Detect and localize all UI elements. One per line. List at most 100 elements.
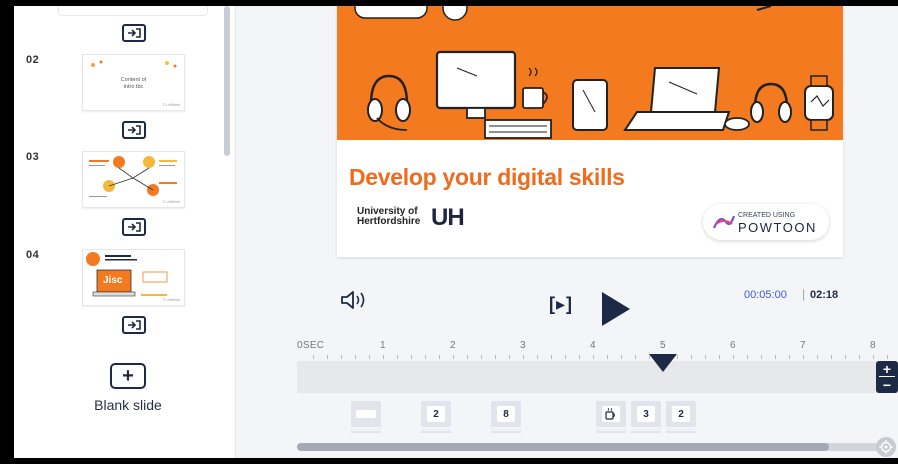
ruler-tick <box>397 355 398 359</box>
zoom-out-button[interactable]: − <box>876 377 898 393</box>
playhead[interactable] <box>649 354 677 372</box>
previous-slide-thumbnail-edge[interactable] <box>58 6 208 16</box>
ruler-tick <box>551 355 552 359</box>
powtoon-badge: CREATED USING POWTOON <box>703 204 829 240</box>
time-separator: | <box>802 287 806 301</box>
thumbnail-watermark: © UofHerts <box>162 298 180 302</box>
ruler-label: 0SEC <box>297 340 325 351</box>
transition-enter-icon <box>128 28 141 38</box>
ruler-label: 3 <box>520 340 526 351</box>
zoom-in-button[interactable]: + <box>876 361 898 377</box>
transition-button[interactable] <box>122 316 146 334</box>
timeline-object[interactable]: 2 <box>421 401 451 433</box>
ruler-tick <box>411 355 412 359</box>
timeline-object[interactable] <box>351 401 381 433</box>
timeline-object-label: 2 <box>427 406 445 422</box>
ruler-tick <box>873 355 874 359</box>
plus-square-icon: + <box>122 365 134 387</box>
ruler-label: 5 <box>660 340 666 351</box>
thumbnail-watermark: © UofHerts <box>162 200 180 204</box>
timeline-object[interactable]: 8 <box>491 401 521 433</box>
ruler-tick <box>691 355 692 359</box>
coffee-cup-icon <box>602 406 620 422</box>
ruler-label: 4 <box>590 340 596 351</box>
crosshair-icon <box>879 440 893 454</box>
university-line2: Hertfordshire <box>357 216 421 227</box>
slide-thumbnail-04[interactable]: Jisc © UofHerts <box>82 249 185 306</box>
ruler-tick <box>383 355 384 359</box>
timeline-ruler[interactable]: 0SEC 1 2 3 4 5 6 7 8 <box>297 336 898 361</box>
volume-button[interactable] <box>340 290 370 315</box>
timeline-object-label: 2 <box>672 406 690 422</box>
ruler-label: 2 <box>450 340 456 351</box>
slide-thumbnail-03[interactable]: © UofHerts <box>82 151 185 208</box>
ruler-tick <box>607 355 608 359</box>
ruler-label: 1 <box>380 340 386 351</box>
timeline-scrollbar[interactable] <box>297 443 887 451</box>
ruler-tick <box>817 355 818 359</box>
transition-enter-icon <box>128 125 141 135</box>
ruler-tick <box>565 355 566 359</box>
thumbnail-watermark: © UofHerts <box>162 103 180 107</box>
ruler-tick <box>859 355 860 359</box>
powtoon-big-text: POWTOON <box>738 220 817 235</box>
preview-from-here-button[interactable]: [▸] <box>549 294 573 315</box>
ruler-tick <box>579 355 580 359</box>
ruler-tick <box>509 355 510 359</box>
timeline-fit-button[interactable] <box>876 437 896 457</box>
slide-hero-banner <box>337 6 843 140</box>
timeline-object[interactable] <box>596 401 626 433</box>
ruler-tick <box>845 355 846 359</box>
ruler-label: 7 <box>800 340 806 351</box>
ruler-tick <box>747 355 748 359</box>
ruler-label: 6 <box>730 340 736 351</box>
slide-canvas[interactable]: Develop your digital skills University o… <box>337 6 843 257</box>
ruler-tick <box>313 355 314 359</box>
play-button[interactable] <box>600 290 632 333</box>
ruler-tick <box>453 355 454 359</box>
ruler-tick <box>467 355 468 359</box>
ruler-tick <box>621 355 622 359</box>
ruler-tick <box>789 355 790 359</box>
ruler-tick <box>537 355 538 359</box>
timeline-track[interactable] <box>297 361 882 393</box>
thumbnail-jisc-label: Jisc <box>103 275 123 286</box>
transition-enter-icon <box>128 320 141 330</box>
slide-number: 02 <box>26 54 40 66</box>
add-blank-slide-button[interactable]: + <box>110 363 146 389</box>
powtoon-logo-icon <box>712 215 736 229</box>
powtoon-small-text: CREATED USING <box>738 212 796 219</box>
transition-button[interactable] <box>122 121 146 139</box>
slide-thumbnail-02[interactable]: Content of intro tbc © UofHerts <box>82 54 185 111</box>
editor-frame: 02 Content of intro tbc © UofHerts 03 © <box>14 6 898 458</box>
ruler-tick <box>495 355 496 359</box>
text-box-icon <box>356 410 376 418</box>
blank-slide-label[interactable]: Blank slide <box>74 397 182 413</box>
sidebar-scrollbar[interactable] <box>224 6 230 156</box>
uh-logo: UH <box>431 204 465 231</box>
ruler-tick <box>425 355 426 359</box>
ruler-tick <box>341 355 342 359</box>
timeline-object-label: 3 <box>637 406 655 422</box>
total-time: 02:18 <box>810 289 839 301</box>
play-icon <box>602 292 630 326</box>
ruler-tick <box>327 355 328 359</box>
slide-title[interactable]: Develop your digital skills <box>349 164 625 191</box>
transition-button[interactable] <box>122 218 146 236</box>
ruler-tick <box>677 355 678 359</box>
timeline-object[interactable]: 3 <box>631 401 661 433</box>
transition-button[interactable] <box>122 24 146 42</box>
ruler-tick <box>761 355 762 359</box>
timeline-object-label: 8 <box>497 406 515 422</box>
ruler-tick <box>355 355 356 359</box>
ruler-tick <box>593 355 594 359</box>
ruler-tick <box>775 355 776 359</box>
timeline-object[interactable]: 2 <box>666 401 696 433</box>
ruler-tick <box>719 355 720 359</box>
timeline-scrollbar-thumb[interactable] <box>297 443 829 451</box>
ruler-tick <box>831 355 832 359</box>
ruler-tick <box>733 355 734 359</box>
ruler-label: 8 <box>870 340 876 351</box>
devices-illustration <box>354 6 834 139</box>
ruler-tick <box>635 355 636 359</box>
